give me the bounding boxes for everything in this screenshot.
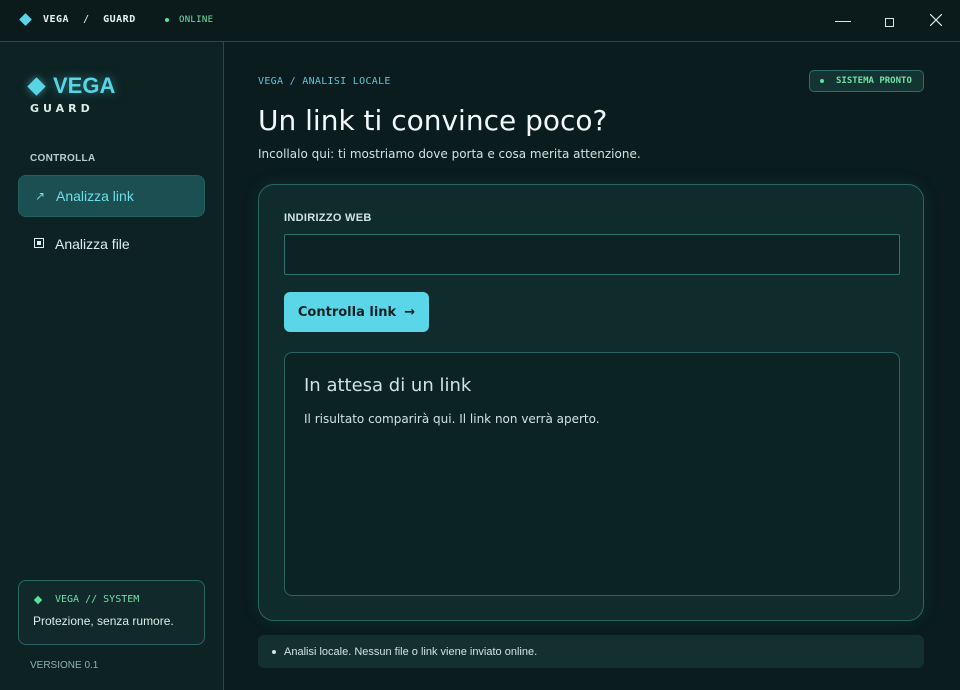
logo-diamond-icon (27, 76, 46, 96)
maximize-button[interactable] (878, 10, 900, 32)
result-panel: In attesa di un link Il risultato compar… (284, 352, 900, 596)
online-status-text: ONLINE (179, 15, 214, 25)
url-input[interactable] (284, 234, 900, 275)
online-status: ONLINE (165, 15, 213, 25)
breadcrumb: VEGA / ANALISI LOCALE (258, 76, 391, 87)
page-subtitle: Incollalo qui: ti mostriamo dove porta e… (258, 147, 641, 161)
brand-guard: GUARD (103, 14, 136, 25)
status-badge: SISTEMA PRONTO (809, 70, 924, 92)
logo-name: VEGA (53, 73, 116, 98)
sidebar-item-analizza-file[interactable]: Analizza file (18, 223, 205, 265)
sidebar-item-analizza-link[interactable]: ↗ Analizza link (18, 175, 205, 217)
titlebar-brand: VEGA / GUARD (19, 13, 136, 26)
brand-vega: VEGA (43, 14, 70, 25)
section-label: CONTROLLA (30, 153, 96, 164)
arrow-right-icon: → (404, 304, 416, 320)
result-description: Il risultato comparirà qui. Il link non … (304, 412, 600, 426)
logo: VEGA GUARD (27, 73, 116, 115)
footer-note: Analisi locale. Nessun file o link viene… (258, 635, 924, 668)
system-diamond-icon (33, 595, 43, 604)
footer-note-text: Analisi locale. Nessun file o link viene… (284, 645, 538, 658)
close-icon (930, 14, 942, 26)
sidebar-item-label: Analizza file (55, 236, 130, 252)
system-card-description: Protezione, senza rumore. (33, 614, 174, 628)
status-dot-icon (165, 18, 169, 22)
diamond-icon (19, 13, 32, 26)
minimize-button[interactable] (833, 10, 855, 32)
page-title: Un link ti convince poco? (258, 104, 608, 137)
logo-subtitle: GUARD (30, 102, 94, 115)
status-badge-text: SISTEMA PRONTO (836, 76, 912, 86)
result-title: In attesa di un link (304, 375, 472, 396)
file-icon (34, 238, 44, 248)
bullet-icon (272, 649, 276, 654)
link-check-card: INDIRIZZO WEB Controlla link → In attesa… (258, 184, 924, 621)
check-link-button[interactable]: Controlla link → (284, 292, 429, 332)
title-bar: VEGA / GUARD ONLINE (0, 0, 960, 42)
url-field-label: INDIRIZZO WEB (284, 212, 372, 224)
system-card-title: VEGA // SYSTEM (55, 594, 140, 605)
arrow-up-right-icon: ↗ (34, 189, 46, 203)
status-dot-icon (820, 79, 824, 83)
brand-separator: / (83, 14, 90, 25)
close-button[interactable] (925, 10, 947, 32)
sidebar: VEGA GUARD CONTROLLA ↗ Analizza link Ana… (0, 42, 224, 690)
sidebar-item-label: Analizza link (56, 188, 134, 204)
version-label: VERSIONE 0.1 (30, 660, 99, 671)
system-card: VEGA // SYSTEM Protezione, senza rumore. (18, 580, 205, 645)
check-link-label: Controlla link (297, 304, 397, 320)
